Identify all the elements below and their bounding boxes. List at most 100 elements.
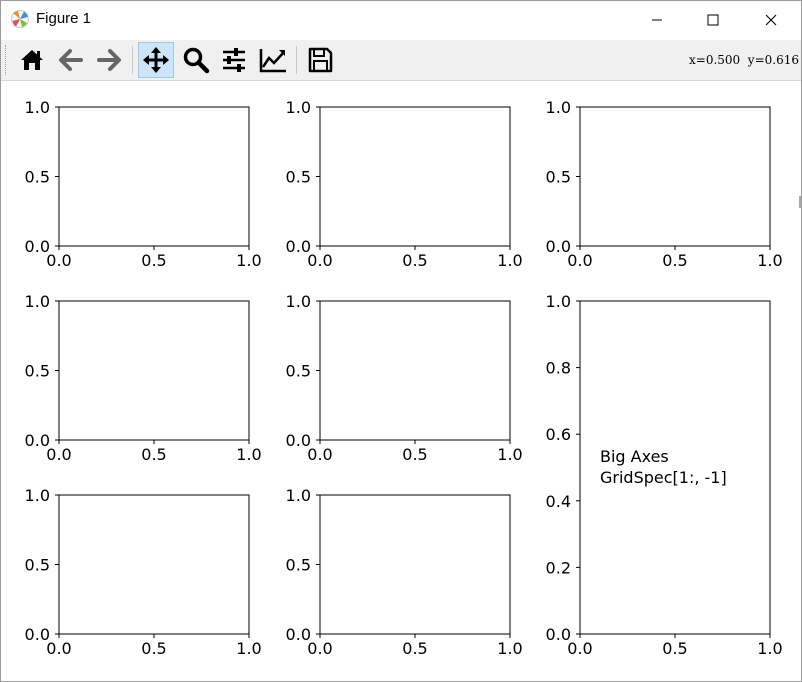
axes-7: 0.0 0.5 1.0 0.0 0.2 0.4 0.6 0.8 1.0 Big Axes GridS… bbox=[546, 292, 783, 658]
pan-icon bbox=[143, 47, 169, 73]
navigation-toolbar: x=0.500 y=0.616 bbox=[1, 40, 801, 81]
y-tick-label: 1.0 bbox=[286, 292, 311, 311]
axes-6: 0.0 0.5 1.0 0.0 0.5 1.0 bbox=[286, 486, 523, 658]
y-tick-label: 1.0 bbox=[286, 98, 311, 117]
y-tick-label: 1.0 bbox=[25, 98, 50, 117]
x-tick-label: 1.0 bbox=[236, 251, 261, 270]
home-button[interactable] bbox=[14, 42, 50, 78]
matplotlib-app-icon bbox=[11, 10, 29, 28]
edit-axes-icon bbox=[259, 49, 286, 73]
y-tick-label: 1.0 bbox=[25, 486, 50, 505]
forward-arrow-icon bbox=[97, 49, 121, 71]
axes-frame bbox=[579, 106, 771, 247]
x-tick-label: 0.0 bbox=[46, 251, 71, 270]
minimize-button[interactable] bbox=[628, 1, 686, 39]
axes-1: 0.0 0.5 1.0 0.0 0.5 1.0 bbox=[286, 98, 523, 270]
y-tick-label: 0.2 bbox=[546, 558, 571, 577]
y-tick-label: 0.5 bbox=[286, 362, 311, 381]
x-tick-label: 0.5 bbox=[402, 639, 427, 658]
y-tick-label: 0.5 bbox=[546, 168, 571, 187]
x-tick-label: 1.0 bbox=[236, 445, 261, 464]
x-tick-label: 0.5 bbox=[141, 445, 166, 464]
axes-frame bbox=[319, 300, 511, 441]
cursor-coordinates: x=0.500 y=0.616 bbox=[689, 53, 799, 67]
axes-frame bbox=[58, 494, 250, 635]
x-tick-label: 1.0 bbox=[497, 251, 522, 270]
close-icon bbox=[765, 14, 777, 26]
y-tick-label: 0.0 bbox=[25, 237, 50, 256]
axes-0: 0.0 0.5 1.0 0.0 0.5 1.0 bbox=[25, 98, 262, 270]
axes-frame bbox=[319, 494, 511, 635]
y-tick-label: 1.0 bbox=[25, 292, 50, 311]
zoom-button[interactable] bbox=[178, 42, 214, 78]
y-tick-label: 0.5 bbox=[286, 556, 311, 575]
home-icon bbox=[21, 50, 43, 70]
axes-frame bbox=[319, 106, 511, 247]
big-axes-annotation: GridSpec[1:, -1] bbox=[600, 468, 727, 487]
toolbar-separator bbox=[296, 46, 297, 74]
axes-3: 0.0 0.5 1.0 0.0 0.5 1.0 bbox=[25, 292, 262, 464]
save-button[interactable] bbox=[302, 42, 338, 78]
y-tick-label: 0.8 bbox=[546, 359, 571, 378]
x-tick-label: 1.0 bbox=[757, 639, 782, 658]
axes-frame bbox=[58, 106, 250, 247]
y-tick-label: 0.0 bbox=[546, 237, 571, 256]
x-tick-label: 0.0 bbox=[307, 445, 332, 464]
x-tick-label: 0.5 bbox=[402, 251, 427, 270]
big-axes-annotation: Big Axes bbox=[600, 447, 669, 466]
forward-button[interactable] bbox=[91, 42, 127, 78]
x-tick-label: 0.5 bbox=[141, 251, 166, 270]
x-tick-label: 1.0 bbox=[497, 445, 522, 464]
maximize-button[interactable] bbox=[684, 1, 742, 39]
x-tick-label: 0.0 bbox=[307, 639, 332, 658]
back-arrow-icon bbox=[59, 49, 83, 71]
figure-window: Figure 1 x=0.500 y=0.616 0.0 0.5 1.0 0.0… bbox=[0, 0, 802, 682]
title-bar[interactable]: Figure 1 bbox=[1, 1, 801, 39]
y-tick-label: 0.5 bbox=[25, 168, 50, 187]
x-tick-label: 0.5 bbox=[662, 639, 687, 658]
y-tick-label: 1.0 bbox=[286, 486, 311, 505]
y-tick-label: 0.0 bbox=[25, 431, 50, 450]
x-tick-label: 1.0 bbox=[757, 251, 782, 270]
y-tick-label: 0.5 bbox=[286, 168, 311, 187]
x-tick-label: 0.5 bbox=[662, 251, 687, 270]
x-tick-label: 0.0 bbox=[46, 445, 71, 464]
y-tick-label: 0.0 bbox=[286, 431, 311, 450]
y-tick-label: 0.6 bbox=[546, 425, 571, 444]
y-tick-label: 0.0 bbox=[286, 625, 311, 644]
axes-2: 0.0 0.5 1.0 0.0 0.5 1.0 bbox=[546, 98, 783, 270]
y-tick-label: 0.0 bbox=[546, 625, 571, 644]
zoom-icon bbox=[183, 47, 210, 74]
y-tick-label: 0.5 bbox=[25, 556, 50, 575]
x-tick-label: 1.0 bbox=[236, 639, 261, 658]
save-icon bbox=[308, 47, 333, 73]
y-tick-label: 0.0 bbox=[25, 625, 50, 644]
y-tick-label: 1.0 bbox=[546, 98, 571, 117]
back-button[interactable] bbox=[53, 42, 89, 78]
axes-4: 0.0 0.5 1.0 0.0 0.5 1.0 bbox=[286, 292, 523, 464]
window-edge-grip bbox=[799, 196, 801, 208]
configure-subplots-button[interactable] bbox=[216, 42, 252, 78]
axes-5: 0.0 0.5 1.0 0.0 0.5 1.0 bbox=[25, 486, 262, 658]
edit-axes-button[interactable] bbox=[255, 42, 291, 78]
x-tick-label: 0.0 bbox=[567, 251, 592, 270]
x-tick-label: 0.5 bbox=[402, 445, 427, 464]
y-tick-label: 0.5 bbox=[25, 362, 50, 381]
pan-button[interactable] bbox=[138, 42, 174, 78]
close-button[interactable] bbox=[742, 1, 800, 39]
window-title: Figure 1 bbox=[36, 10, 92, 27]
y-tick-label: 0.4 bbox=[546, 492, 571, 511]
axes-frame bbox=[58, 300, 250, 441]
y-tick-label: 1.0 bbox=[546, 292, 571, 311]
x-tick-label: 0.5 bbox=[141, 639, 166, 658]
toolbar-grip[interactable] bbox=[5, 45, 9, 75]
minimize-icon bbox=[652, 19, 662, 21]
y-tick-label: 0.0 bbox=[286, 237, 311, 256]
x-tick-label: 0.0 bbox=[567, 639, 592, 658]
configure-subplots-icon bbox=[223, 48, 245, 72]
toolbar-separator bbox=[132, 46, 133, 74]
x-tick-label: 0.0 bbox=[307, 251, 332, 270]
maximize-icon bbox=[707, 14, 719, 26]
x-tick-label: 1.0 bbox=[497, 639, 522, 658]
figure-canvas[interactable]: 0.0 0.5 1.00.00.51.00.0 0.5 1.00.00.51.00.0 0… bbox=[1, 81, 801, 681]
